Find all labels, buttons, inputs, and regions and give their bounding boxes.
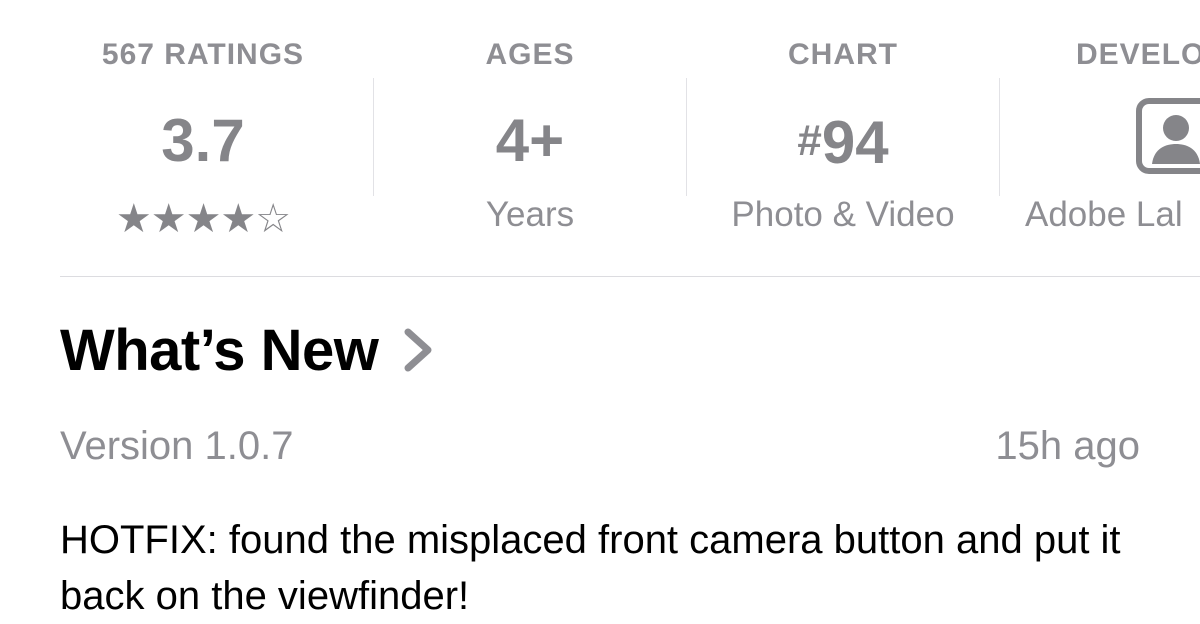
release-notes: HOTFIX: found the misplaced front camera… (60, 518, 1121, 618)
whats-new-title: What’s New (60, 317, 379, 383)
ages-header: AGES (485, 38, 575, 71)
ratings-count-header: 567 RATINGS (101, 38, 305, 71)
chart-rank: #94 (687, 108, 999, 176)
version-label: Version 1.0.7 (60, 424, 294, 468)
chart-category: Photo & Video (731, 195, 955, 234)
age-rating-value: 4+ (495, 107, 565, 174)
star-rating: ★★★★☆ (115, 197, 291, 241)
chart-header: CHART (788, 38, 898, 71)
app-info-strip: 567 RATINGS 3.7 ★★★★☆ AGES 4+ Years CHAR… (0, 0, 1200, 276)
chevron-right-icon (400, 326, 436, 374)
section-divider (60, 276, 1200, 277)
rank-hash: # (797, 116, 822, 165)
person-square-icon (1136, 98, 1200, 176)
rating-value: 3.7 (161, 107, 245, 174)
ratings-info[interactable]: 567 RATINGS 3.7 ★★★★☆ (40, 0, 366, 276)
chart-info[interactable]: CHART #94 Photo & Video (687, 0, 999, 276)
age-rating-unit: Years (485, 195, 575, 234)
whats-new-header[interactable]: What’s New (60, 312, 436, 388)
developer-header: DEVELO (1076, 38, 1200, 71)
age-rating-info[interactable]: AGES 4+ Years (374, 0, 686, 276)
developer-name: Adobe Lal (1025, 195, 1183, 234)
chart-rank-value: 94 (821, 109, 889, 176)
release-time: 15h ago (995, 424, 1140, 468)
